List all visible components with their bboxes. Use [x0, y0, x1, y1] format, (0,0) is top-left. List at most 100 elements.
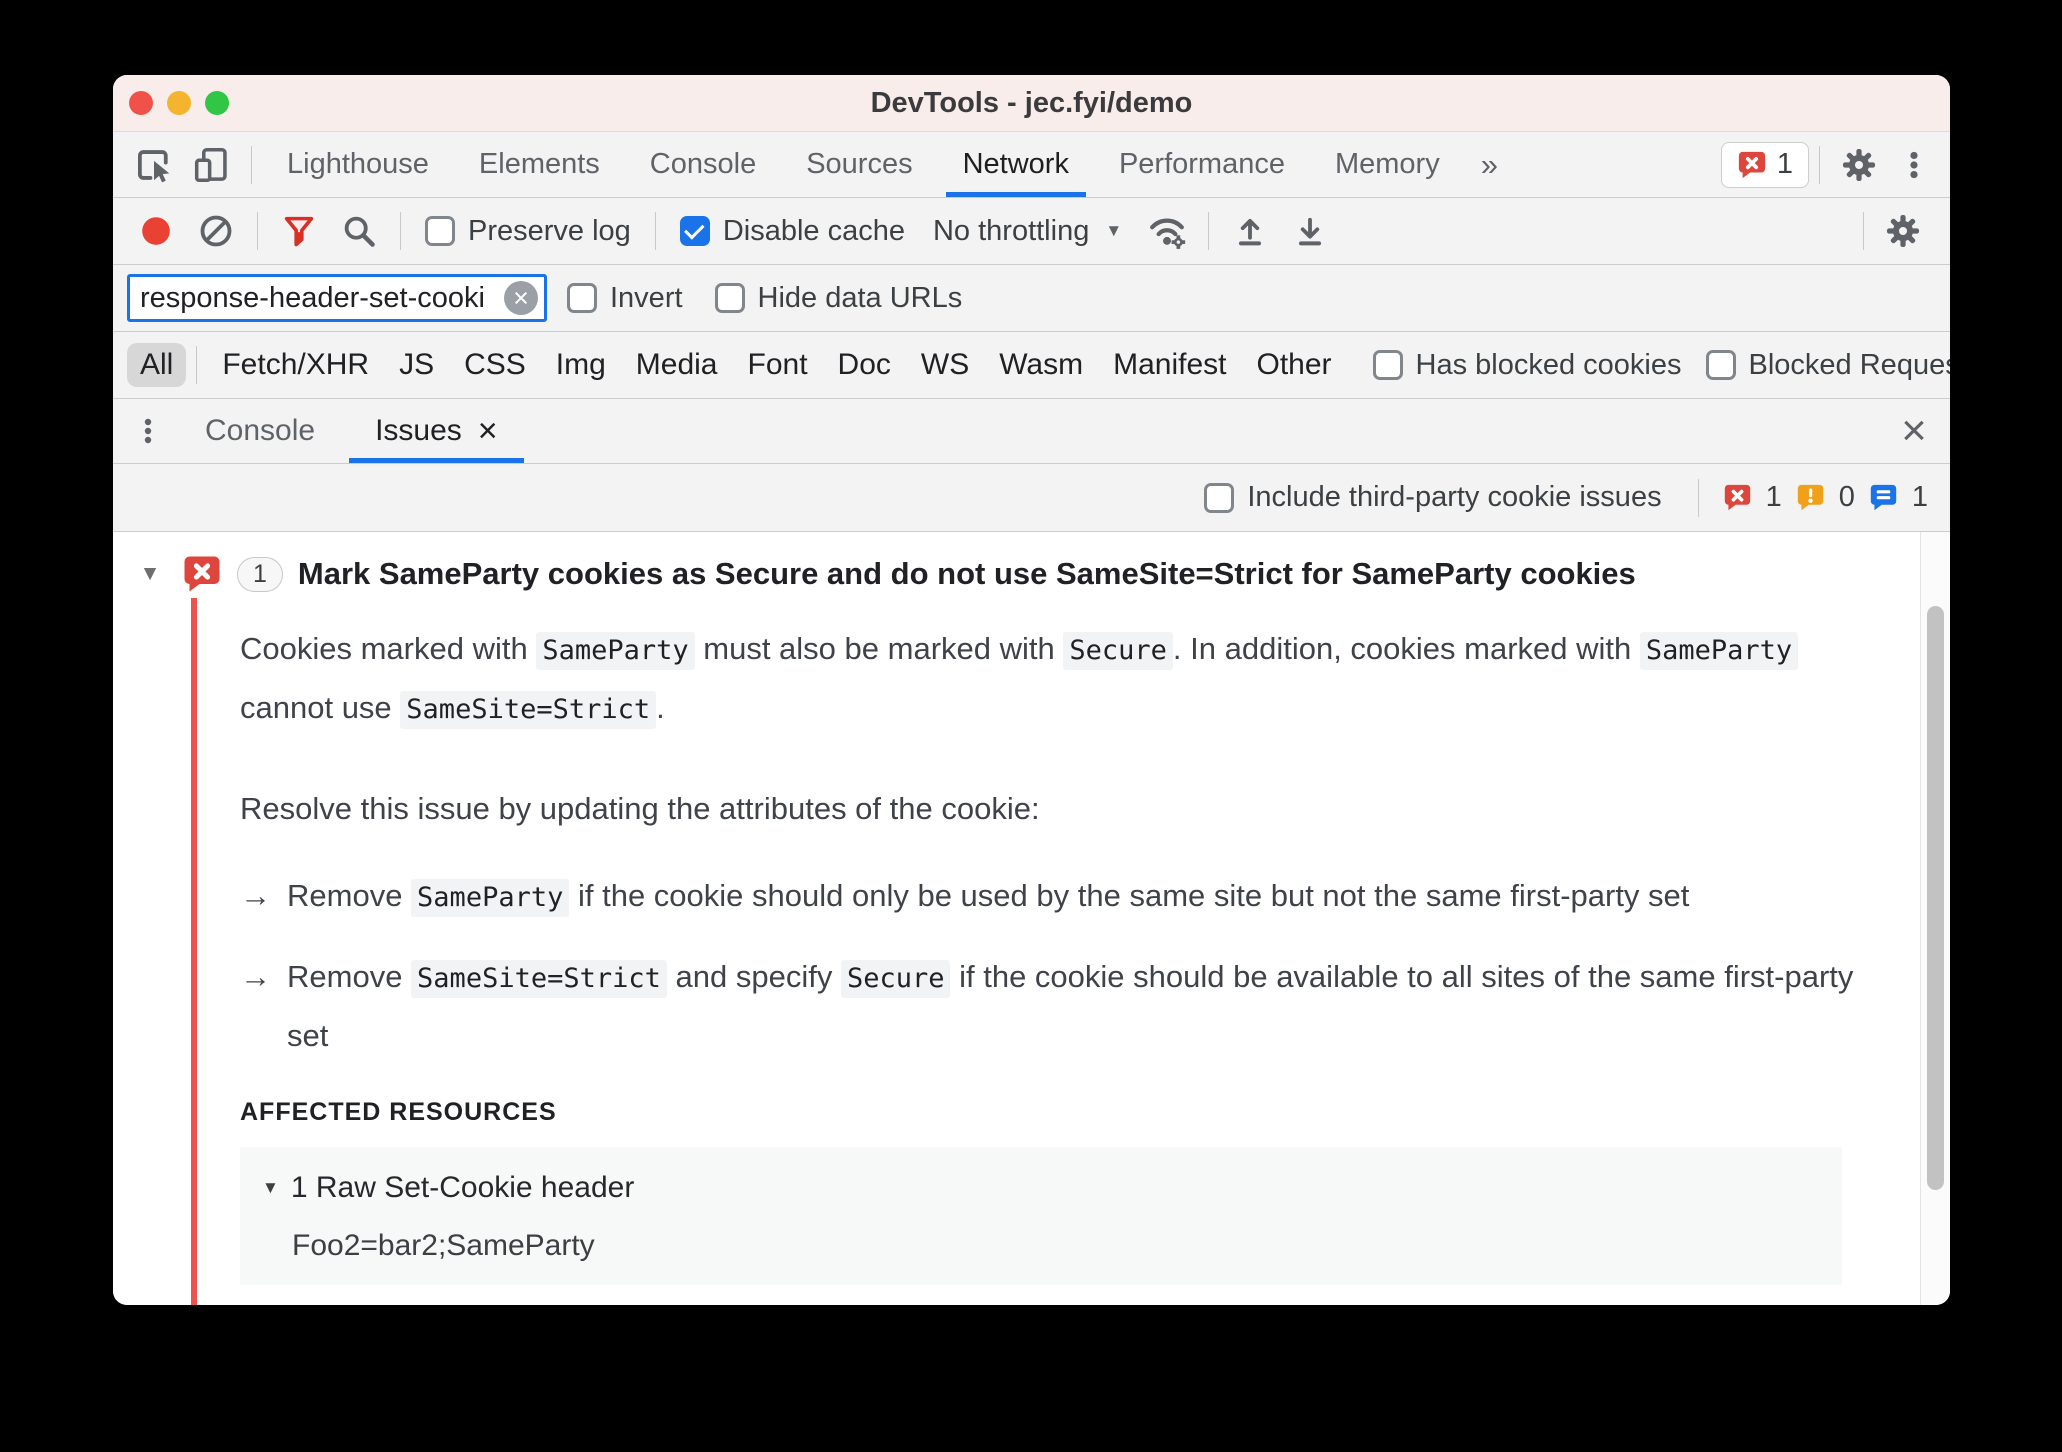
- drawer-tab-issues[interactable]: Issues ×: [345, 399, 528, 463]
- drawer-tab-console[interactable]: Console: [175, 399, 345, 463]
- throttling-value: No throttling: [932, 214, 1090, 247]
- expander-triangle-icon[interactable]: ▼: [262, 1178, 279, 1198]
- disable-cache-label: Disable cache: [722, 214, 905, 247]
- include-third-party-label: Include third-party cookie issues: [1247, 481, 1662, 513]
- type-filter-js[interactable]: JS: [384, 343, 449, 387]
- network-settings-button[interactable]: [1874, 198, 1932, 264]
- hide-data-urls-label: Hide data URLs: [757, 281, 963, 314]
- separator: [251, 145, 252, 184]
- blocked-requests-label: Blocked Requests: [1748, 348, 1950, 381]
- scrollbar-thumb[interactable]: [1927, 606, 1944, 1190]
- gear-icon: [1842, 148, 1876, 181]
- tab-lighthouse[interactable]: Lighthouse: [262, 132, 454, 197]
- tab-performance[interactable]: Performance: [1094, 132, 1310, 197]
- issue-body: Cookies marked with SameParty must also …: [113, 594, 1920, 1285]
- expander-triangle-icon[interactable]: ▼: [133, 562, 167, 586]
- issue-detail: ▼ 1 Mark SameParty cookies as Secure and…: [113, 532, 1920, 1305]
- search-icon: [344, 216, 375, 247]
- blocked-requests-toggle[interactable]: Blocked Requests: [1694, 332, 1950, 398]
- resolution-text: Remove SameParty if the cookie should on…: [287, 867, 1689, 926]
- clear-icon: [200, 215, 232, 247]
- more-tabs-button[interactable]: »: [1465, 147, 1514, 183]
- invert-filter-toggle[interactable]: Invert: [555, 265, 695, 331]
- type-filter-font[interactable]: Font: [733, 343, 823, 387]
- search-button[interactable]: [330, 198, 388, 264]
- record-network-log-button[interactable]: [127, 198, 185, 264]
- disable-cache-checkbox[interactable]: [679, 216, 710, 246]
- chevron-down-icon: ▼: [1105, 221, 1123, 240]
- type-filter-img[interactable]: Img: [541, 343, 621, 387]
- close-issues-tab-icon[interactable]: ×: [478, 412, 498, 451]
- network-toolbar: Preserve log Disable cache No throttling…: [113, 198, 1950, 265]
- info-badge-icon: [1870, 484, 1897, 511]
- clear-filter-icon[interactable]: ×: [504, 281, 538, 315]
- device-toolbar-button[interactable]: [183, 132, 241, 197]
- tab-sources[interactable]: Sources: [781, 132, 937, 197]
- tab-elements[interactable]: Elements: [454, 132, 625, 197]
- issue-description: Cookies marked with SameParty must also …: [240, 620, 1825, 738]
- devtools-window: DevTools - jec.fyi/demo Lighthouse Eleme…: [113, 75, 1950, 1305]
- hide-data-urls-checkbox[interactable]: [714, 283, 745, 313]
- type-filter-css[interactable]: CSS: [449, 343, 541, 387]
- drawer-menu-button[interactable]: [121, 399, 175, 463]
- warning-badge-icon: [1797, 484, 1823, 511]
- separator: [1819, 145, 1820, 184]
- resource-group-label: 1 Raw Set-Cookie header: [290, 1171, 635, 1204]
- clear-network-log-button[interactable]: [187, 198, 245, 264]
- filter-input-box[interactable]: ×: [127, 274, 547, 322]
- error-badge-icon: [184, 556, 220, 592]
- resource-group-row[interactable]: ▼ 1 Raw Set-Cookie header: [262, 1171, 1842, 1205]
- close-icon: ×: [1901, 406, 1927, 455]
- separator: [654, 212, 656, 250]
- issue-error-marker: [191, 598, 197, 1305]
- issues-count-button[interactable]: 1: [1720, 141, 1809, 188]
- separator: [1208, 212, 1210, 250]
- hide-data-urls-toggle[interactable]: Hide data URLs: [703, 265, 975, 331]
- close-drawer-button[interactable]: ×: [1878, 399, 1950, 463]
- tab-console[interactable]: Console: [625, 132, 781, 197]
- has-blocked-cookies-checkbox[interactable]: [1372, 350, 1403, 380]
- filter-funnel-icon: [284, 216, 314, 247]
- disable-cache-toggle[interactable]: Disable cache: [668, 198, 917, 264]
- vertical-scrollbar[interactable]: [1920, 532, 1950, 1305]
- type-filter-all[interactable]: All: [127, 343, 187, 387]
- network-filter-row: × Invert Hide data URLs: [113, 265, 1950, 332]
- filter-toggle-button[interactable]: [270, 198, 328, 264]
- type-filter-doc[interactable]: Doc: [823, 343, 906, 387]
- filter-input[interactable]: [140, 281, 500, 315]
- blocked-requests-checkbox[interactable]: [1705, 350, 1736, 380]
- preserve-log-toggle[interactable]: Preserve log: [413, 198, 643, 264]
- settings-button[interactable]: [1830, 132, 1888, 197]
- throttling-select[interactable]: No throttling ▼: [919, 198, 1136, 264]
- device-toolbar-icon: [194, 147, 227, 182]
- type-filter-fetch-xhr[interactable]: Fetch/XHR: [207, 343, 384, 387]
- main-menu-button[interactable]: [1888, 132, 1940, 197]
- type-filter-ws[interactable]: WS: [906, 343, 984, 387]
- issues-panel-content: ▼ 1 Mark SameParty cookies as Secure and…: [113, 532, 1950, 1305]
- gear-icon: [1886, 214, 1920, 248]
- network-conditions-icon: [1150, 218, 1186, 249]
- include-third-party-checkbox[interactable]: [1204, 482, 1235, 513]
- import-har-button[interactable]: [1221, 198, 1279, 264]
- preserve-log-label: Preserve log: [468, 214, 631, 247]
- type-filter-manifest[interactable]: Manifest: [1098, 343, 1241, 387]
- issue-header[interactable]: ▼ 1 Mark SameParty cookies as Secure and…: [113, 532, 1920, 594]
- inspect-element-button[interactable]: [125, 132, 183, 197]
- type-filter-other[interactable]: Other: [1242, 343, 1347, 387]
- type-filter-media[interactable]: Media: [621, 343, 733, 387]
- invert-label: Invert: [610, 281, 683, 314]
- kebab-menu-icon: [1910, 151, 1918, 178]
- preserve-log-checkbox[interactable]: [425, 216, 455, 246]
- separator: [1697, 478, 1699, 517]
- tab-network[interactable]: Network: [938, 132, 1094, 197]
- export-har-button[interactable]: [1281, 198, 1339, 264]
- raw-set-cookie-value: Foo2=bar2;SameParty: [292, 1229, 595, 1262]
- invert-checkbox[interactable]: [567, 283, 597, 313]
- network-conditions-button[interactable]: [1138, 198, 1196, 264]
- has-blocked-cookies-toggle[interactable]: Has blocked cookies: [1361, 332, 1694, 398]
- warning-count: 0: [1838, 481, 1855, 513]
- type-filter-wasm[interactable]: Wasm: [984, 343, 1098, 387]
- include-third-party-toggle[interactable]: Include third-party cookie issues: [1192, 464, 1673, 531]
- record-icon: [142, 217, 170, 245]
- tab-memory[interactable]: Memory: [1310, 132, 1465, 197]
